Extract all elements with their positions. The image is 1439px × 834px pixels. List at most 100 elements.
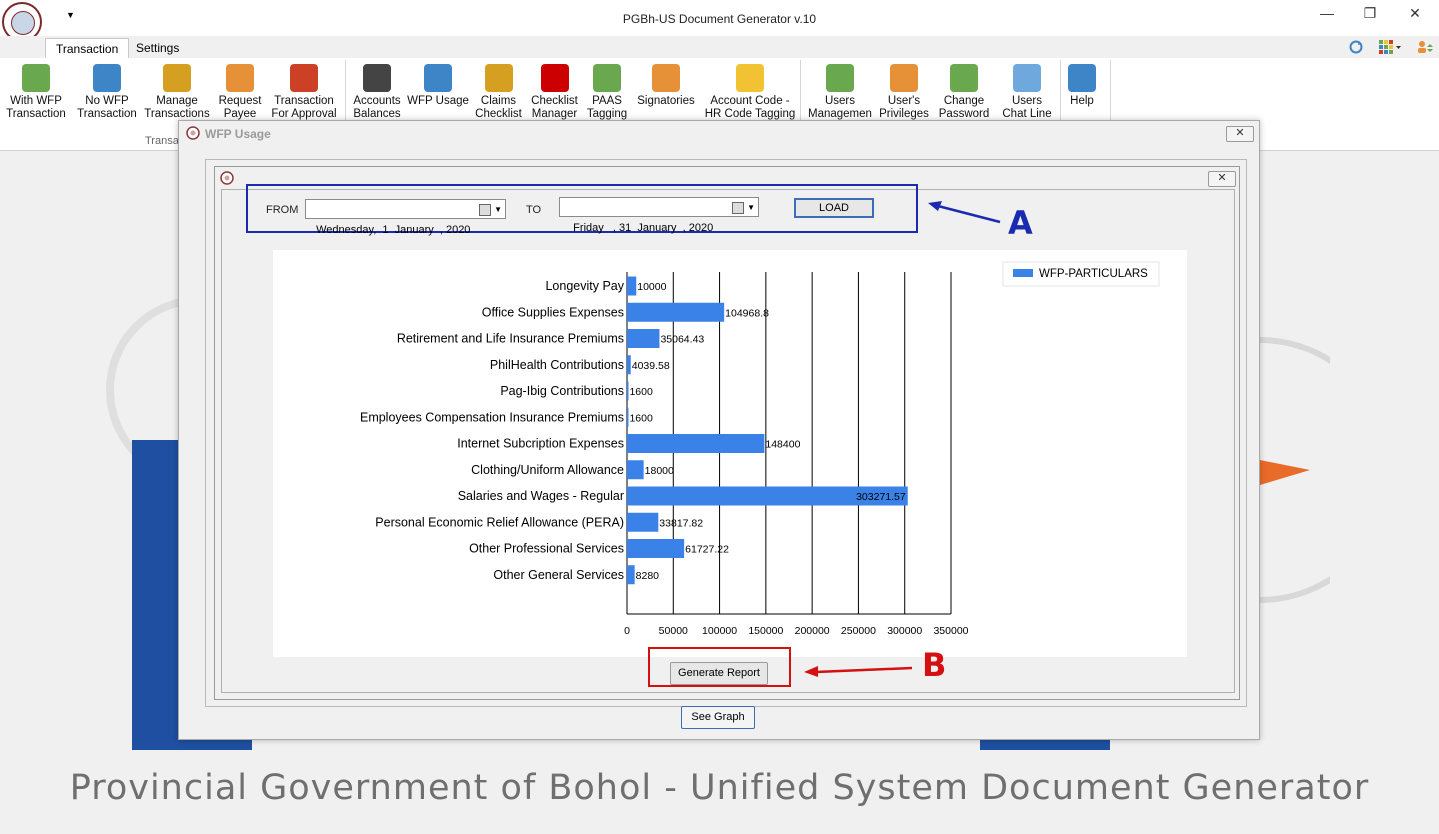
list-icon — [163, 64, 191, 92]
category-label: Employees Compensation Insurance Premium… — [360, 410, 624, 424]
legend-label: WFP-PARTICULARS — [1039, 268, 1148, 280]
bar — [627, 355, 631, 375]
category-label: Other Professional Services — [469, 542, 624, 556]
data-label: 303271.57 — [856, 491, 906, 503]
ribbon-button-help[interactable]: Help — [1062, 62, 1102, 124]
ribbon-button-label: Signatories — [637, 95, 695, 107]
to-label: TO — [526, 204, 542, 216]
dialog-close-button[interactable]: ✕ — [1208, 171, 1236, 187]
bar — [627, 329, 660, 348]
ribbon-button-label: Change — [943, 95, 985, 107]
ribbon-button-label: No WFP — [85, 95, 129, 107]
data-label: 61727.22 — [685, 544, 729, 556]
annotation-letter-b: B — [922, 646, 947, 684]
close-button[interactable]: ✕ — [1400, 4, 1430, 22]
bar — [627, 512, 659, 532]
title-bar: ▼ PGBh-US Document Generator v.10 — ❐ ✕ — [0, 0, 1439, 42]
chevron-down-icon[interactable]: ▼ — [494, 200, 502, 220]
legend-swatch — [1013, 269, 1033, 277]
ribbon-button-manage[interactable]: Manage Transactions — [142, 62, 212, 124]
doc-add-icon — [22, 64, 50, 92]
ribbon-group-label: Transa — [145, 135, 179, 147]
refresh-icon[interactable] — [1348, 39, 1364, 55]
magnifier-doc-icon — [424, 64, 452, 92]
ribbon-button-with-wfp[interactable]: With WFP Transaction — [0, 62, 72, 124]
ribbon-button-label: Users — [824, 95, 856, 107]
to-date-value: Friday , 31 January , 2020 — [570, 222, 714, 234]
calendar-icon[interactable] — [479, 204, 491, 216]
ribbon-button-accounts[interactable]: Accounts Balances — [348, 62, 406, 124]
ribbon-button-checklist[interactable]: Checklist Manager — [527, 62, 582, 124]
data-label: 104968.8 — [725, 307, 769, 319]
see-graph-button[interactable]: See Graph — [681, 706, 755, 729]
ribbon-button-label: WFP Usage — [407, 95, 469, 107]
wfp-window-title: WFP Usage — [205, 127, 271, 141]
x-tick-label: 300000 — [887, 625, 922, 637]
bar — [627, 565, 635, 585]
data-label: 33817.82 — [659, 517, 703, 529]
tab-settings[interactable]: Settings — [126, 38, 189, 58]
checklist-icon — [540, 64, 569, 92]
window-title: PGBh-US Document Generator v.10 — [622, 12, 817, 26]
wfp-window-close-button[interactable]: ✕ — [1226, 126, 1254, 142]
category-label: Personal Economic Relief Allowance (PERA… — [375, 515, 624, 529]
ribbon-button-transaction[interactable]: Transaction For Approval — [268, 62, 340, 124]
to-date-picker[interactable]: Friday , 31 January , 2020 ▼ — [559, 197, 759, 234]
ribbon-button-signatories[interactable]: Signatories — [632, 62, 700, 124]
from-date-picker[interactable]: Wednesday, 1 January , 2020 ▼ — [305, 199, 506, 236]
data-label: 18000 — [645, 465, 674, 477]
ribbon-button-sublabel: Transaction — [77, 108, 137, 120]
ribbon-button-label: User's — [887, 95, 921, 107]
users-icon — [826, 64, 854, 92]
user-refresh-icon — [950, 64, 978, 92]
user-arrow-icon — [226, 64, 254, 92]
bar — [627, 434, 765, 453]
category-label: Clothing/Uniform Allowance — [471, 463, 624, 477]
x-tick-label: 250000 — [841, 625, 876, 637]
ribbon-button-label: PAAS — [592, 95, 622, 107]
ribbon-button-label: Checklist — [531, 95, 578, 107]
ribbon-button-users[interactable]: Users Chat Line — [992, 62, 1062, 124]
user-gear-icon — [890, 64, 918, 92]
chevron-down-icon[interactable]: ▼ — [747, 198, 755, 218]
bar-chart-panel: 0 50000 100000 150000 200000 250000 300000 3500… — [273, 250, 1187, 657]
ribbon-button-user-s[interactable]: User's Privileges — [872, 62, 936, 124]
grid-icon[interactable] — [1378, 39, 1402, 55]
calendar-icon[interactable] — [732, 202, 744, 214]
ribbon-button-no-wfp[interactable]: No WFP Transaction — [72, 62, 142, 124]
data-label: 148400 — [765, 439, 800, 451]
ribbon-tab-bar: Transaction Settings — [0, 36, 1439, 59]
ribbon-button-label: With WFP — [10, 95, 62, 107]
generate-report-button[interactable]: Generate Report — [670, 662, 768, 685]
load-button[interactable]: LOAD — [794, 198, 874, 218]
category-label: Internet Subcription Expenses — [457, 437, 624, 451]
ribbon-button-users[interactable]: Users Management — [808, 62, 872, 124]
x-tick-label: 350000 — [933, 625, 968, 637]
ribbon-button-label: Request — [218, 95, 262, 107]
annotation-arrow-a — [928, 201, 1001, 224]
ribbon-button-paas[interactable]: PAAS Tagging — [582, 62, 632, 124]
ribbon-button-request[interactable]: Request Payee — [212, 62, 268, 124]
tab-transaction[interactable]: Transaction — [45, 38, 130, 59]
category-label: Office Supplies Expenses — [482, 305, 624, 319]
category-label: Longevity Pay — [545, 279, 624, 293]
bar — [627, 460, 644, 480]
restore-button[interactable]: ❐ — [1355, 4, 1385, 22]
ribbon-button-account-code[interactable]: Account Code - HR Code Tagging — [700, 62, 800, 124]
bar — [627, 539, 685, 558]
dialog-logo-icon — [220, 171, 234, 185]
ribbon-button-label: Transaction — [274, 95, 334, 107]
ribbon-button-claims[interactable]: Claims Checklist — [470, 62, 527, 124]
ribbon-button-change[interactable]: Change Password — [936, 62, 992, 124]
refresh-arrows-icon — [593, 64, 621, 92]
category-label: Pag-Ibig Contributions — [500, 384, 624, 398]
data-label: 35064.43 — [660, 334, 704, 346]
minimize-button[interactable]: — — [1312, 4, 1342, 22]
ribbon-button-label: Users — [1011, 95, 1043, 107]
x-tick-label: 200000 — [795, 625, 830, 637]
data-label: 4039.58 — [632, 360, 670, 372]
ribbon-button-wfp-usage[interactable]: WFP Usage — [406, 62, 470, 124]
annotation-letter-a: A — [1008, 204, 1033, 242]
user-switch-icon[interactable] — [1416, 39, 1434, 55]
footer-banner-text: Provincial Government of Bohol - Unified… — [69, 768, 1370, 808]
